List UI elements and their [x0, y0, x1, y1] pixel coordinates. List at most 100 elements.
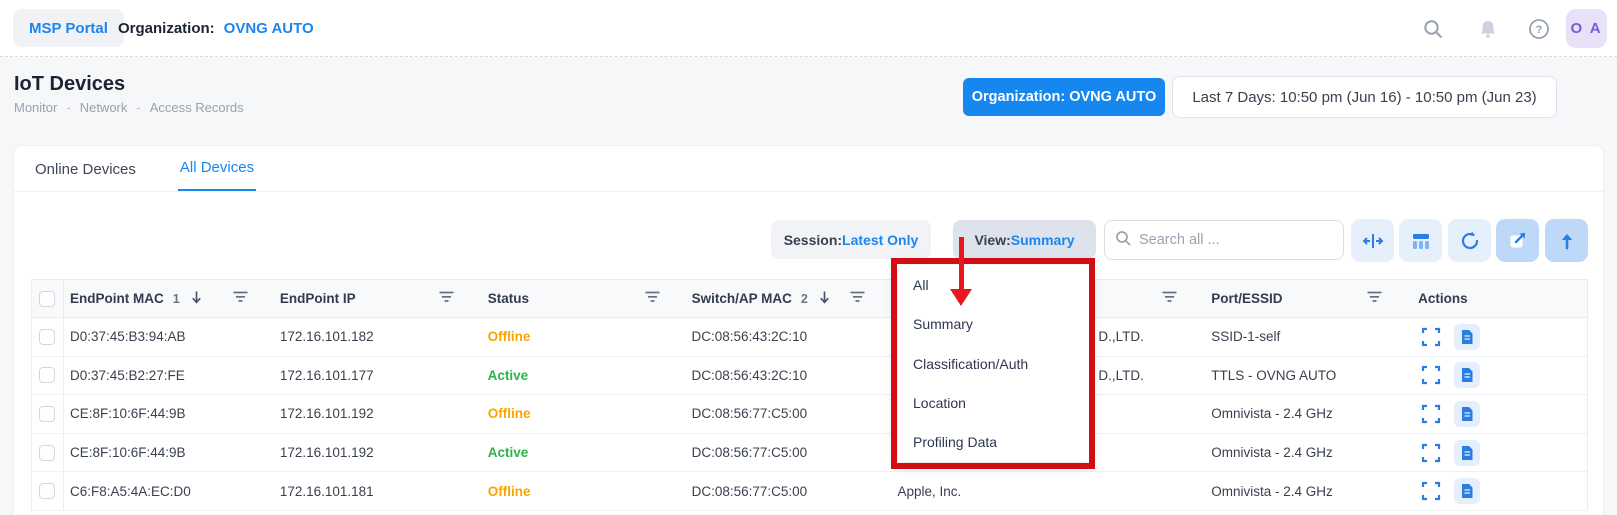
breadcrumb-item-network[interactable]: Network [80, 100, 128, 115]
table-row: D0:37:45:B3:94:AB 172.16.101.182 Offline… [32, 318, 1587, 357]
table-row: D0:37:45:B2:27:FE 172.16.101.177 Active … [32, 357, 1587, 396]
col-header-status[interactable]: Status [488, 291, 529, 306]
menu-item-profiling-data[interactable]: Profiling Data [898, 423, 1089, 462]
svg-text:?: ? [1536, 24, 1543, 36]
breadcrumb-item-access-records[interactable]: Access Records [150, 100, 244, 115]
row-checkbox[interactable] [39, 445, 55, 461]
view-label: View: [974, 232, 1010, 248]
organization-scope-button[interactable]: Organization: OVNG AUTO [963, 78, 1165, 116]
col-header-switch-ap-mac[interactable]: Switch/AP MAC [692, 291, 792, 306]
details-icon[interactable] [1454, 362, 1480, 388]
cell-endpoint-ip: 172.16.101.182 [270, 318, 476, 356]
help-icon[interactable]: ? [1526, 16, 1552, 42]
search-input[interactable] [1139, 232, 1333, 248]
devices-card: Online Devices All Devices Session:Lates… [13, 145, 1604, 515]
cell-port-essid: TTLS - OVNG AUTO [1199, 357, 1404, 395]
expand-icon[interactable] [1418, 362, 1444, 388]
brand-label: MSP Portal [29, 20, 108, 37]
top-navigation-bar: MSP Portal Organization: OVNG AUTO ? O A [0, 0, 1617, 57]
cell-endpoint-mac: D0:37:45:B3:94:AB [64, 318, 270, 356]
sort-order-number: 1 [173, 292, 180, 306]
user-avatar[interactable]: O A [1566, 9, 1607, 48]
cell-switch-ap-mac: DC:08:56:43:2C:10 [682, 318, 888, 356]
organization-indicator: Organization: OVNG AUTO [118, 0, 314, 57]
upload-icon[interactable] [1545, 219, 1588, 262]
cell-manufacturer: Apple, Inc. [887, 472, 1199, 510]
avatar-initials: O A [1570, 20, 1602, 37]
filter-icon[interactable] [1367, 291, 1382, 306]
filter-icon[interactable] [1162, 291, 1177, 306]
cell-endpoint-ip: 172.16.101.177 [270, 357, 476, 395]
select-all-checkbox[interactable] [39, 291, 55, 307]
status-badge: Offline [488, 329, 531, 344]
refresh-icon[interactable] [1448, 219, 1491, 262]
view-filter-button[interactable]: View:Summary [953, 220, 1096, 259]
columns-icon[interactable] [1399, 219, 1442, 262]
date-range-value: Last 7 Days: 10:50 pm (Jun 16) - 10:50 p… [1192, 89, 1536, 106]
menu-item-all[interactable]: All [898, 265, 1089, 304]
col-header-actions: Actions [1418, 291, 1468, 306]
filter-icon[interactable] [233, 291, 248, 306]
filter-icon[interactable] [439, 291, 454, 306]
sort-order-number: 2 [801, 292, 808, 306]
device-tabs: Online Devices All Devices [33, 146, 256, 192]
row-checkbox[interactable] [39, 483, 55, 499]
organization-value-link[interactable]: OVNG AUTO [224, 20, 314, 37]
details-icon[interactable] [1454, 440, 1480, 466]
sort-desc-icon[interactable] [818, 290, 831, 307]
table-row: CE:8F:10:6F:44:9B 172.16.101.192 Offline… [32, 395, 1587, 434]
cell-port-essid: Omnivista - 2.4 GHz [1199, 434, 1404, 472]
tab-online-devices[interactable]: Online Devices [33, 146, 138, 192]
table-header-row: EndPoint MAC 1 EndPoint IP Status [32, 279, 1587, 318]
search-icon[interactable] [1420, 16, 1446, 42]
view-value: Summary [1011, 232, 1075, 248]
details-icon[interactable] [1454, 401, 1480, 427]
search-box [1104, 220, 1344, 260]
session-value: Latest Only [842, 232, 918, 248]
cell-switch-ap-mac: DC:08:56:77:C5:00 [682, 434, 888, 472]
col-header-port-essid[interactable]: Port/ESSID [1211, 291, 1282, 306]
table-row: C6:F8:A5:4A:EC:D0 172.16.101.181 Offline… [32, 472, 1587, 511]
page-title: IoT Devices [14, 73, 125, 96]
expand-icon[interactable] [1418, 440, 1444, 466]
menu-item-classification-auth[interactable]: Classification/Auth [898, 344, 1089, 383]
status-badge: Active [488, 445, 529, 460]
cell-port-essid: Omnivista - 2.4 GHz [1199, 472, 1404, 510]
breadcrumb-separator: - [66, 100, 70, 115]
msp-portal-button[interactable]: MSP Portal [13, 9, 124, 47]
cell-port-essid: Omnivista - 2.4 GHz [1199, 395, 1404, 433]
status-badge: Offline [488, 484, 531, 499]
session-label: Session: [784, 232, 842, 248]
expand-icon[interactable] [1418, 478, 1444, 504]
col-header-endpoint-ip[interactable]: EndPoint IP [280, 291, 356, 306]
cell-port-essid: SSID-1-self [1199, 318, 1404, 356]
details-icon[interactable] [1454, 478, 1480, 504]
col-header-endpoint-mac[interactable]: EndPoint MAC [70, 291, 164, 306]
view-dropdown-menu: All Summary Classification/Auth Location… [898, 265, 1089, 462]
cell-endpoint-ip: 172.16.101.192 [270, 395, 476, 433]
menu-item-summary[interactable]: Summary [898, 304, 1089, 343]
expand-icon[interactable] [1418, 324, 1444, 350]
breadcrumb-item-monitor[interactable]: Monitor [14, 100, 57, 115]
bell-icon[interactable] [1475, 16, 1501, 42]
row-checkbox[interactable] [39, 329, 55, 345]
cell-switch-ap-mac: DC:08:56:43:2C:10 [682, 357, 888, 395]
expand-icon[interactable] [1418, 401, 1444, 427]
cell-endpoint-ip: 172.16.101.181 [270, 472, 476, 510]
date-range-picker[interactable]: Last 7 Days: 10:50 pm (Jun 16) - 10:50 p… [1172, 76, 1557, 118]
tab-all-devices[interactable]: All Devices [178, 146, 256, 192]
details-icon[interactable] [1454, 324, 1480, 350]
menu-item-location[interactable]: Location [898, 383, 1089, 422]
msp-portal-screen: MSP Portal Organization: OVNG AUTO ? O A… [0, 0, 1617, 515]
cell-switch-ap-mac: DC:08:56:77:C5:00 [682, 395, 888, 433]
session-filter-button[interactable]: Session:Latest Only [771, 220, 931, 259]
filter-icon[interactable] [850, 291, 865, 306]
fit-columns-icon[interactable] [1351, 219, 1394, 262]
filter-icon[interactable] [645, 291, 660, 306]
table-row: CE:8F:10:6F:44:9B 172.16.101.192 Active … [32, 434, 1587, 473]
sort-desc-icon[interactable] [190, 290, 203, 307]
open-external-icon[interactable] [1496, 219, 1539, 262]
breadcrumb-separator: - [136, 100, 140, 115]
row-checkbox[interactable] [39, 406, 55, 422]
row-checkbox[interactable] [39, 367, 55, 383]
